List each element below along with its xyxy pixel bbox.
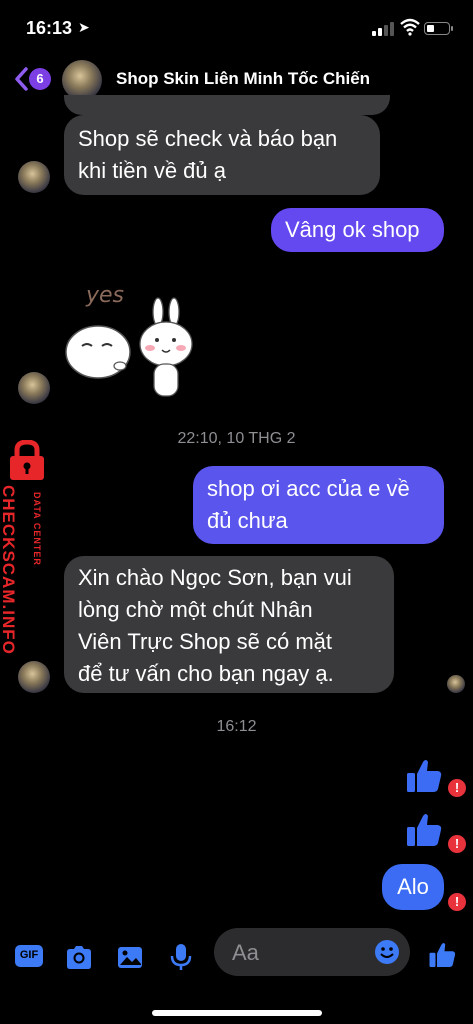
send-failed-icon[interactable]: ! bbox=[448, 893, 466, 911]
outgoing-message[interactable]: Vâng ok shop bbox=[271, 208, 444, 252]
sender-avatar[interactable] bbox=[18, 372, 50, 404]
microphone-icon[interactable] bbox=[166, 942, 196, 972]
timestamp: 16:12 bbox=[216, 718, 257, 735]
gif-label: GIF bbox=[19, 949, 39, 961]
watermark-main-text: CHECKSCAM.INFO bbox=[0, 485, 18, 655]
wifi-icon bbox=[400, 18, 420, 36]
camera-icon[interactable] bbox=[64, 942, 94, 972]
previous-message-bubble bbox=[64, 95, 390, 115]
send-failed-icon[interactable]: ! bbox=[448, 835, 466, 853]
outgoing-message[interactable]: shop ơi acc của e về đủ chưa bbox=[193, 466, 444, 544]
message-text-line: Xin chào Ngọc Sơn, bạn vui bbox=[78, 565, 352, 590]
thumbs-up-send-icon[interactable] bbox=[428, 940, 458, 970]
sticker-caption: yes bbox=[85, 283, 124, 308]
sender-avatar[interactable] bbox=[18, 161, 50, 193]
message-text-line: Shop sẽ check và báo bạn bbox=[78, 126, 338, 151]
incoming-message[interactable]: Xin chào Ngọc Sơn, bạn vui lòng chờ một … bbox=[64, 556, 394, 693]
outgoing-message[interactable]: Alo bbox=[382, 864, 444, 910]
message-text-line: shop ơi acc của e về bbox=[207, 476, 410, 501]
message-text-line: lòng chờ một chút Nhân bbox=[78, 597, 313, 622]
back-chevron-icon[interactable] bbox=[12, 64, 30, 94]
watermark-sub-text: DATA CENTER bbox=[32, 492, 42, 566]
message-composer: GIF Aa bbox=[0, 926, 473, 986]
message-text-line: Viên Trực Shop sẽ có mặt bbox=[78, 629, 332, 654]
cellular-signal-icon bbox=[372, 22, 396, 36]
message-text-line: đủ chưa bbox=[207, 508, 288, 533]
message-input-placeholder: Aa bbox=[232, 940, 259, 965]
home-indicator bbox=[152, 1010, 322, 1016]
status-bar: 16:13 ➤ bbox=[0, 0, 473, 56]
incoming-message[interactable]: Shop sẽ check và báo bạn khi tiền về đủ … bbox=[64, 115, 380, 195]
message-input[interactable]: Aa bbox=[214, 928, 410, 976]
battery-icon bbox=[424, 22, 453, 35]
message-text-line: khi tiền về đủ ạ bbox=[78, 158, 226, 183]
timestamp: 22:10, 10 THG 2 bbox=[177, 430, 296, 447]
thumbs-up-icon[interactable] bbox=[405, 756, 445, 796]
status-time: 16:13 bbox=[26, 18, 73, 38]
location-arrow-icon: ➤ bbox=[78, 19, 90, 35]
emoji-icon[interactable] bbox=[374, 939, 400, 965]
sticker-image[interactable]: yes bbox=[62, 270, 202, 402]
watermark: CHECKSCAM.INFO DATA CENTER bbox=[0, 440, 50, 660]
lock-icon bbox=[10, 440, 44, 480]
contact-avatar[interactable] bbox=[62, 60, 102, 100]
send-failed-icon[interactable]: ! bbox=[448, 779, 466, 797]
thumbs-up-icon[interactable] bbox=[405, 810, 445, 850]
message-text-line: để tư vấn cho bạn ngay ạ. bbox=[78, 661, 334, 686]
gif-button[interactable]: GIF bbox=[15, 945, 43, 967]
unread-count-badge[interactable]: 6 bbox=[29, 68, 51, 90]
seen-receipt-avatar bbox=[447, 675, 465, 693]
sender-avatar[interactable] bbox=[18, 661, 50, 693]
message-text: Alo bbox=[397, 874, 429, 899]
message-text: Vâng ok shop bbox=[285, 217, 420, 242]
chat-title[interactable]: Shop Skin Liên Minh Tốc Chiến bbox=[116, 69, 370, 89]
photo-gallery-icon[interactable] bbox=[115, 942, 145, 972]
